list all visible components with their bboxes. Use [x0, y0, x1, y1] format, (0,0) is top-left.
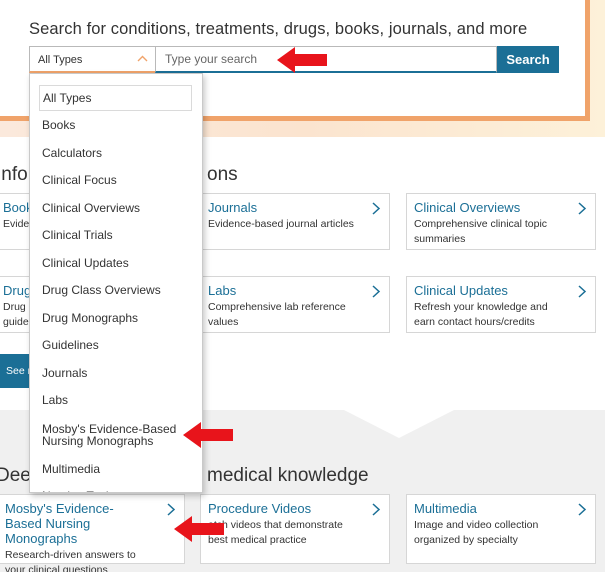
chevron-right-icon: [372, 285, 381, 298]
section-heading-right: ons: [207, 164, 238, 185]
card-title: Book: [3, 200, 33, 215]
card-clinical-overviews[interactable]: Clinical Overviews Comprehensive clinica…: [406, 193, 596, 250]
chevron-right-icon: [578, 202, 587, 215]
type-dropdown-menu: All Types Books Calculators Clinical Foc…: [29, 73, 203, 493]
card-title: Procedure Videos: [208, 501, 312, 516]
type-select-value: All Types: [38, 54, 83, 66]
search-button[interactable]: Search: [497, 46, 559, 73]
deep-heading-right: medical knowledge: [207, 465, 369, 486]
dropdown-option-clinical-updates[interactable]: Clinical Updates: [39, 249, 192, 277]
card-labs[interactable]: Labs Comprehensive lab reference values: [200, 276, 390, 333]
card-title: Journals: [208, 200, 258, 215]
chevron-right-icon: [578, 285, 587, 298]
dropdown-option-calculators[interactable]: Calculators: [39, 139, 192, 167]
dropdown-list: All Types Books Calculators Clinical Foc…: [39, 85, 201, 492]
card-title: Multimedia: [414, 501, 477, 516]
card-desc: Comprehensive lab reference values: [208, 301, 346, 328]
card-title: Drug: [3, 283, 32, 298]
card-title: Mosby's Evidence-Based Nursing Monograph…: [5, 501, 114, 546]
dropdown-option-books[interactable]: Books: [39, 111, 192, 139]
dropdown-option-clinical-trials[interactable]: Clinical Trials: [39, 221, 192, 249]
dropdown-option-nursing-tool[interactable]: Nursing Tool: [39, 482, 192, 492]
dropdown-option-all-types[interactable]: All Types: [39, 85, 192, 111]
dropdown-option-mosby-monographs[interactable]: Mosby's Evidence-Based Nursing Monograph…: [39, 414, 192, 455]
card-desc: Evider: [3, 218, 33, 230]
card-desc: Image and video collection organized by …: [414, 519, 539, 546]
card-mosby-monographs[interactable]: Mosby's Evidence-Based Nursing Monograph…: [0, 494, 185, 572]
chevron-right-icon: [578, 503, 587, 516]
card-clinical-updates[interactable]: Clinical Updates Refresh your knowledge …: [406, 276, 596, 333]
dropdown-option-multimedia[interactable]: Multimedia: [39, 455, 192, 483]
dropdown-option-drug-monographs[interactable]: Drug Monographs: [39, 304, 192, 332]
card-title: Labs: [208, 283, 237, 298]
chevron-right-icon: [167, 503, 176, 516]
red-arrow-icon: [277, 47, 327, 73]
chevron-right-icon: [372, 202, 381, 215]
dropdown-option-labs[interactable]: Labs: [39, 386, 192, 414]
chevron-right-icon: [372, 503, 381, 516]
search-heading: Search for conditions, treatments, drugs…: [29, 20, 528, 38]
card-desc: atch videos that demonstrate best medica…: [208, 519, 343, 546]
dropdown-option-clinical-focus[interactable]: Clinical Focus: [39, 166, 192, 194]
red-arrow-icon: [183, 422, 233, 448]
dropdown-option-drug-class-overviews[interactable]: Drug Class Overviews: [39, 276, 192, 304]
dropdown-option-clinical-overviews[interactable]: Clinical Overviews: [39, 194, 192, 222]
card-desc: Research-driven answers to your clinical…: [5, 549, 136, 572]
card-multimedia[interactable]: Multimedia Image and video collection or…: [406, 494, 596, 564]
card-desc: Evidence-based journal articles: [208, 218, 354, 230]
card-title: Clinical Overviews: [414, 200, 521, 215]
dropdown-option-journals[interactable]: Journals: [39, 359, 192, 387]
card-procedure-videos[interactable]: Procedure Videos atch videos that demons…: [200, 494, 390, 564]
red-arrow-icon: [174, 516, 224, 542]
card-desc: Drug guide: [3, 301, 29, 328]
type-select[interactable]: All Types: [29, 46, 155, 73]
card-title: Clinical Updates: [414, 283, 508, 298]
card-desc: Refresh your knowledge and earn contact …: [414, 301, 548, 328]
chevron-up-icon: [137, 55, 148, 62]
card-desc: Comprehensive clinical topic summaries: [414, 218, 548, 245]
section-notch: [344, 410, 454, 438]
card-journals[interactable]: Journals Evidence-based journal articles: [200, 193, 390, 250]
dropdown-option-guidelines[interactable]: Guidelines: [39, 331, 192, 359]
